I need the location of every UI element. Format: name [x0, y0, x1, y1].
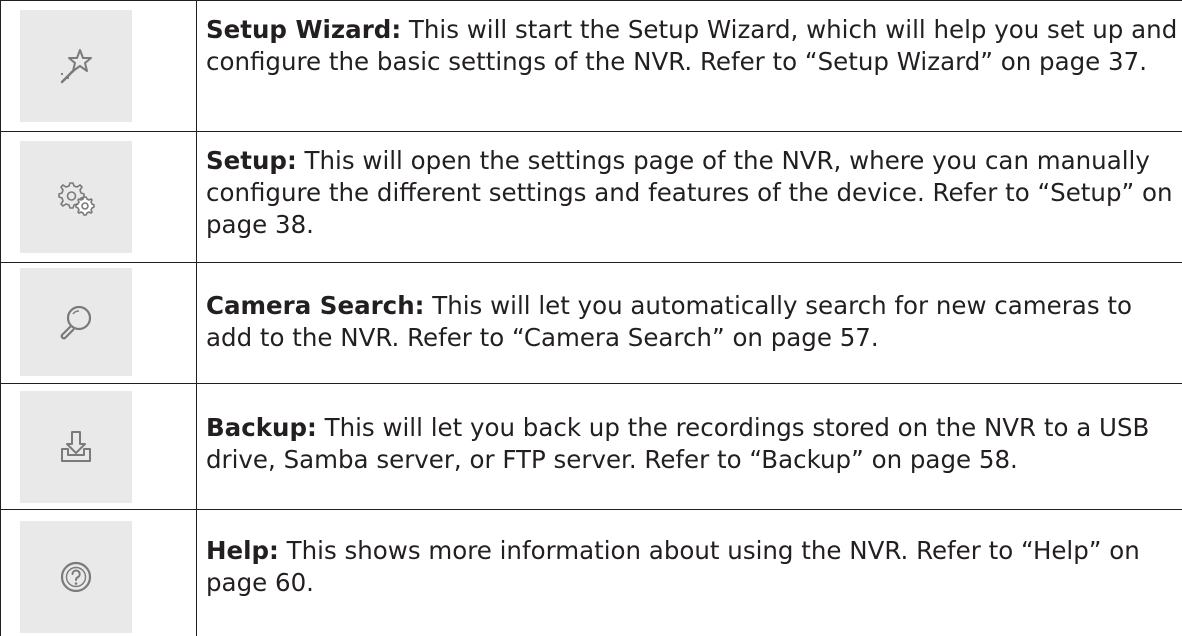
wand-icon — [60, 49, 92, 84]
table-row: Setup Wizard: This will start the Setup … — [0, 0, 1182, 131]
backup-download-icon — [61, 431, 91, 462]
backup-button — [20, 391, 132, 503]
camera-search-button — [20, 268, 132, 376]
table-row: Camera Search: This will let you automat… — [0, 262, 1182, 383]
row-title: Help: — [206, 536, 279, 565]
setup-description: Setup: This will open the settings page … — [206, 145, 1182, 241]
table-row: Setup: This will open the settings page … — [0, 131, 1182, 262]
search-icon — [60, 305, 92, 340]
help-button — [20, 521, 132, 633]
setup-button — [20, 141, 132, 253]
row-text: This will let you back up the recordings… — [206, 413, 1150, 474]
camera-search-description: Camera Search: This will let you automat… — [206, 290, 1182, 354]
row-title: Camera Search: — [206, 291, 425, 320]
help-icon — [60, 561, 92, 593]
gears-icon — [58, 182, 95, 216]
backup-description: Backup: This will let you back up the re… — [206, 412, 1182, 476]
row-title: Backup: — [206, 413, 317, 442]
row-title: Setup Wizard: — [206, 15, 402, 44]
table-row: Help: This shows more information about … — [0, 509, 1182, 636]
row-title: Setup: — [206, 146, 297, 175]
row-text: This will open the settings page of the … — [206, 146, 1173, 239]
setup-wizard-button — [20, 10, 132, 122]
table-row: Backup: This will let you back up the re… — [0, 383, 1182, 509]
row-text: This shows more information about using … — [206, 536, 1140, 597]
help-description: Help: This shows more information about … — [206, 535, 1182, 599]
icon-description-table: Setup Wizard: This will start the Setup … — [0, 0, 1182, 636]
setup-wizard-description: Setup Wizard: This will start the Setup … — [206, 14, 1182, 78]
